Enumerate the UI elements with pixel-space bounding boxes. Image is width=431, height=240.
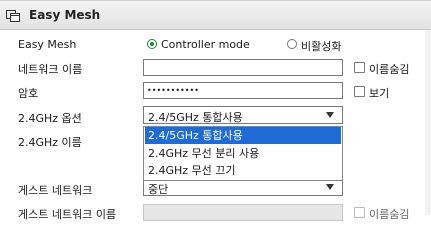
dropdown-option[interactable]: 2.4GHz 무선 끄기: [145, 162, 341, 179]
chevron-down-icon: [326, 184, 334, 190]
password-input[interactable]: •••••••••••: [143, 82, 343, 99]
chevron-down-icon: [326, 112, 334, 118]
network-name-label: 네트워크 이름: [18, 63, 83, 76]
scrollbar[interactable]: [425, 30, 431, 215]
guest-hide-name-label: 이름숨김: [369, 208, 410, 221]
guest-network-label: 게스트 네트워크: [18, 184, 93, 197]
controller-mode-radio[interactable]: [147, 39, 157, 49]
band-option-dropdown: 2.4/5GHz 통합사용 2.4GHz 무선 분리 사용 2.4GHz 무선 …: [143, 126, 343, 181]
hide-name-checkbox[interactable]: [354, 62, 365, 73]
section-title: Easy Mesh: [29, 8, 101, 22]
band-option-select[interactable]: 2.4/5GHz 통합사용: [143, 106, 343, 124]
guest-hide-name-checkbox[interactable]: [354, 207, 365, 218]
password-value: •••••••••••: [147, 86, 199, 95]
password-label: 암호: [18, 87, 39, 100]
dropdown-option[interactable]: 2.4/5GHz 통합사용: [145, 127, 341, 144]
section-header: Easy Mesh: [0, 0, 431, 30]
show-password-label: 보기: [369, 87, 390, 100]
controller-mode-label: Controller mode: [161, 38, 250, 51]
band-option-selected: 2.4/5GHz 통합사용: [148, 111, 243, 124]
network-name-input[interactable]: [143, 59, 343, 76]
disable-radio[interactable]: [287, 39, 297, 49]
easy-mesh-label: Easy Mesh: [18, 38, 77, 51]
disable-label: 비활성화: [301, 40, 342, 53]
hide-name-label: 이름숨김: [369, 63, 410, 76]
window-icon: [6, 10, 20, 22]
guest-network-name-label: 게스트 네트워크 이름: [18, 208, 117, 221]
guest-network-name-input[interactable]: [143, 204, 343, 221]
guest-network-selected: 중단: [148, 183, 169, 196]
band-name-label: 2.4GHz 이름: [18, 136, 82, 149]
band-option-label: 2.4GHz 옵션: [18, 112, 82, 125]
show-password-checkbox[interactable]: [354, 86, 365, 97]
dropdown-option[interactable]: 2.4GHz 무선 분리 사용: [145, 145, 341, 162]
